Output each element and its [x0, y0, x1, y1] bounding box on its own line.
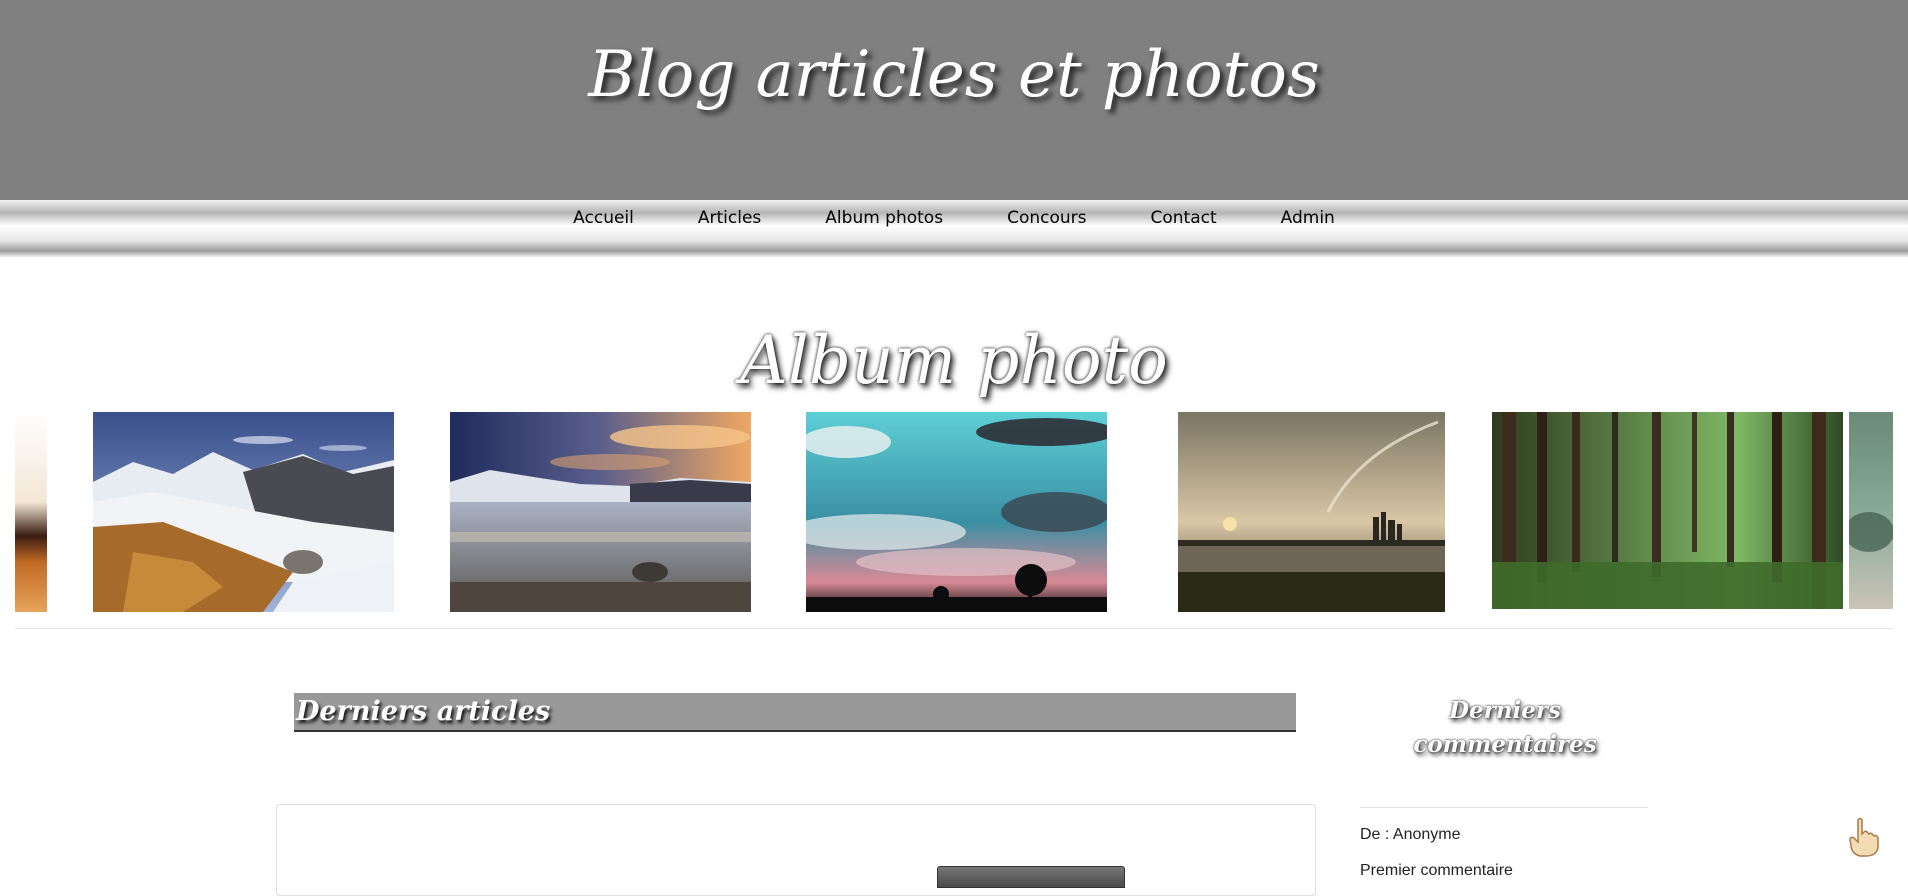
sidebar-title: Derniers commentaires	[1413, 697, 1597, 758]
main-nav: Accueil Articles Album photos Concours C…	[0, 200, 1908, 258]
photo-green-forest[interactable]	[1492, 412, 1843, 609]
photo-frozen-lake[interactable]	[450, 412, 751, 612]
articles-section-header: Derniers articles	[294, 693, 1296, 732]
nav-item-album-photos[interactable]: Album photos	[793, 208, 975, 228]
nav-item-articles[interactable]: Articles	[666, 208, 793, 228]
photo-slider	[15, 412, 1893, 612]
slider-divider	[15, 628, 1893, 629]
comment-author: De : Anonyme	[1360, 826, 1461, 843]
nav-item-admin[interactable]: Admin	[1249, 208, 1367, 228]
photo-snowy-mountains[interactable]	[93, 412, 394, 612]
photo-sunset-city[interactable]	[1178, 412, 1445, 612]
photo-sunset-edge[interactable]	[15, 412, 47, 612]
nav-list: Accueil Articles Album photos Concours C…	[0, 200, 1908, 236]
album-title: Album photo	[740, 322, 1168, 399]
photo-green-hills-edge[interactable]	[1849, 412, 1893, 609]
article-card	[276, 804, 1316, 896]
sidebar-divider	[1360, 807, 1648, 808]
nav-item-accueil[interactable]: Accueil	[541, 208, 666, 228]
hand-pointer-icon[interactable]	[1846, 816, 1882, 858]
site-title: Blog articles et photos	[588, 38, 1320, 112]
nav-item-concours[interactable]: Concours	[975, 208, 1118, 228]
nav-item-contact[interactable]: Contact	[1119, 208, 1249, 228]
photo-turquoise-sky[interactable]	[806, 412, 1107, 612]
site-header: Blog articles et photos	[0, 0, 1908, 200]
comment-text: Premier commentaire	[1360, 862, 1513, 879]
article-read-more-button[interactable]	[937, 866, 1125, 888]
articles-section-title: Derniers articles	[296, 696, 551, 727]
